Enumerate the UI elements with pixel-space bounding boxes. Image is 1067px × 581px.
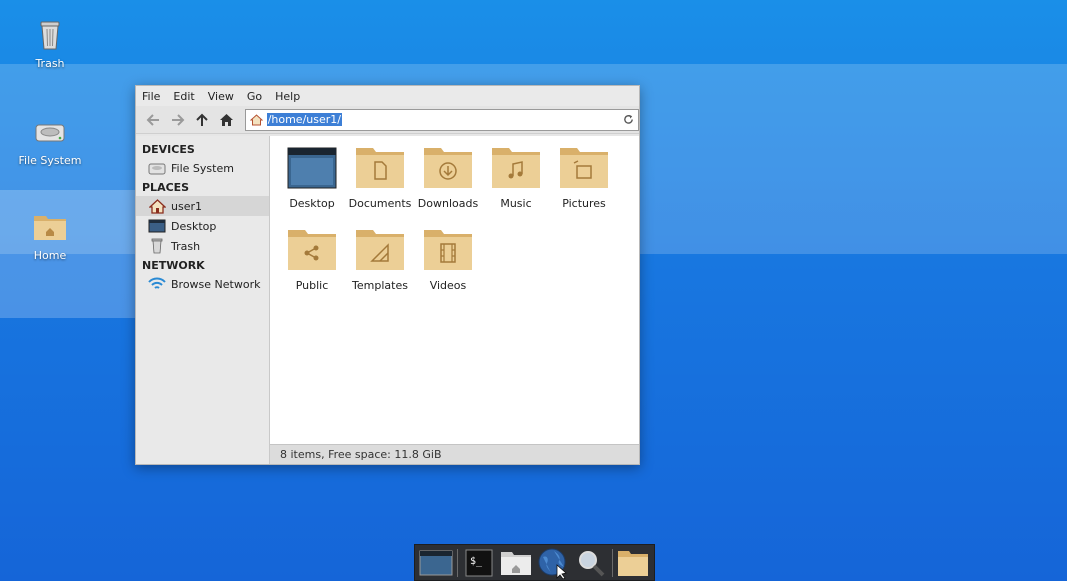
pictures-folder-icon: [560, 148, 608, 188]
trash-icon: [40, 21, 60, 50]
trash-icon: [151, 238, 163, 254]
dock-home-folder[interactable]: [499, 547, 532, 579]
home-folder-icon: [34, 216, 66, 240]
home-folder-icon: [501, 551, 532, 575]
desktop-icon-trash[interactable]: Trash: [5, 16, 95, 70]
desktop-icon-label: Trash: [35, 57, 65, 70]
file-item-label: Templates: [352, 279, 408, 292]
dock-web-browser[interactable]: [537, 547, 570, 579]
file-item-templates[interactable]: Templates: [346, 228, 414, 292]
status-bar: 8 items, Free space: 11.8 GiB: [270, 444, 639, 464]
menu-help[interactable]: Help: [275, 90, 300, 103]
music-folder-icon: [492, 148, 540, 188]
file-item-label: Public: [295, 279, 329, 292]
sidebar-heading-devices: DEVICES: [142, 143, 195, 156]
menu-go[interactable]: Go: [247, 90, 262, 103]
file-item-desktop[interactable]: Desktop: [278, 146, 346, 210]
file-item-label: Downloads: [417, 197, 479, 210]
sidebar-item-browse-network[interactable]: Browse Network: [136, 274, 269, 294]
file-view: Desktop Documents Downloads Music Pictur…: [270, 136, 639, 464]
magnifier-icon: [578, 550, 605, 576]
sidebar-item-label: File System: [171, 161, 234, 175]
window-body: DEVICES File System PLACES user1 Desktop…: [136, 136, 639, 464]
back-button[interactable]: [142, 109, 164, 131]
toolbar: /home/user1/: [136, 106, 639, 134]
sidebar-heading-places: PLACES: [142, 181, 190, 194]
sidebar: DEVICES File System PLACES user1 Desktop…: [136, 136, 270, 464]
file-manager-window: File Edit View Go Help /home/user1/ DEVI…: [135, 85, 640, 465]
reload-icon[interactable]: [623, 114, 634, 125]
arrow-right-icon: [171, 113, 184, 126]
location-bar[interactable]: /home/user1/: [244, 108, 639, 131]
terminal-icon: $_: [465, 549, 493, 576]
sidebar-heading-network: NETWORK: [142, 259, 205, 272]
menu-view[interactable]: View: [208, 90, 234, 103]
hard-drive-icon: [148, 163, 166, 175]
file-item-label: Desktop: [289, 197, 335, 210]
file-item-downloads[interactable]: Downloads: [414, 146, 482, 210]
desktop-icon-file-system[interactable]: File System: [5, 113, 95, 167]
dock-panel: $_: [414, 544, 655, 581]
menu-file[interactable]: File: [142, 90, 160, 103]
sidebar-item-user1[interactable]: user1: [136, 196, 269, 216]
folder-icon: [618, 550, 649, 576]
file-item-public[interactable]: Public: [278, 228, 346, 292]
file-item-label: Videos: [429, 279, 467, 292]
desktop-folder-icon: [287, 147, 337, 189]
dock-files[interactable]: [617, 547, 650, 579]
arrow-left-icon: [146, 113, 159, 126]
desktop-icon-home[interactable]: Home: [5, 208, 95, 262]
videos-folder-icon: [424, 230, 472, 270]
desktop-icon-label: Home: [33, 249, 67, 262]
location-text[interactable]: /home/user1/: [266, 113, 342, 126]
desktop-icon: [148, 219, 166, 233]
sidebar-item-label: Trash: [171, 239, 201, 253]
show-desktop-icon: [419, 550, 453, 575]
menu-edit[interactable]: Edit: [173, 90, 194, 103]
dock-search[interactable]: [574, 547, 607, 579]
sidebar-item-label: user1: [171, 199, 202, 213]
documents-folder-icon: [356, 148, 404, 188]
hard-drive-icon: [35, 124, 65, 142]
sidebar-item-desktop[interactable]: Desktop: [136, 216, 269, 236]
globe-icon: [538, 548, 568, 579]
dock-terminal[interactable]: $_: [462, 547, 495, 579]
home-icon: [148, 198, 166, 214]
dock-separator: [457, 548, 458, 577]
status-text: 8 items, Free space: 11.8 GiB: [280, 448, 442, 461]
arrow-up-icon: [196, 113, 208, 126]
up-button[interactable]: [191, 109, 213, 131]
file-item-pictures[interactable]: Pictures: [550, 146, 618, 210]
file-item-music[interactable]: Music: [482, 146, 550, 210]
home-location-icon: [249, 113, 263, 125]
menubar: File Edit View Go Help: [136, 86, 639, 106]
desktop-icon-label: File System: [18, 154, 82, 167]
downloads-folder-icon: [424, 148, 472, 188]
sidebar-item-label: Desktop: [171, 219, 217, 233]
file-grid: Desktop Documents Downloads Music Pictur…: [278, 146, 618, 292]
file-item-label: Pictures: [562, 197, 606, 210]
file-item-label: Documents: [348, 197, 412, 210]
sidebar-item-trash[interactable]: Trash: [136, 236, 269, 256]
forward-button[interactable]: [167, 109, 189, 131]
svg-text:$_: $_: [470, 556, 483, 567]
file-item-videos[interactable]: Videos: [414, 228, 482, 292]
sidebar-item-file-system[interactable]: File System: [136, 158, 269, 178]
public-folder-icon: [288, 230, 336, 270]
home-icon: [220, 113, 234, 126]
file-item-documents[interactable]: Documents: [346, 146, 414, 210]
templates-folder-icon: [356, 230, 404, 270]
dock-separator: [611, 548, 613, 577]
file-item-label: Music: [500, 197, 532, 210]
dock-show-desktop[interactable]: [419, 547, 453, 579]
sidebar-item-label: Browse Network: [171, 277, 261, 291]
home-button[interactable]: [216, 109, 238, 131]
wifi-icon: [148, 277, 166, 289]
